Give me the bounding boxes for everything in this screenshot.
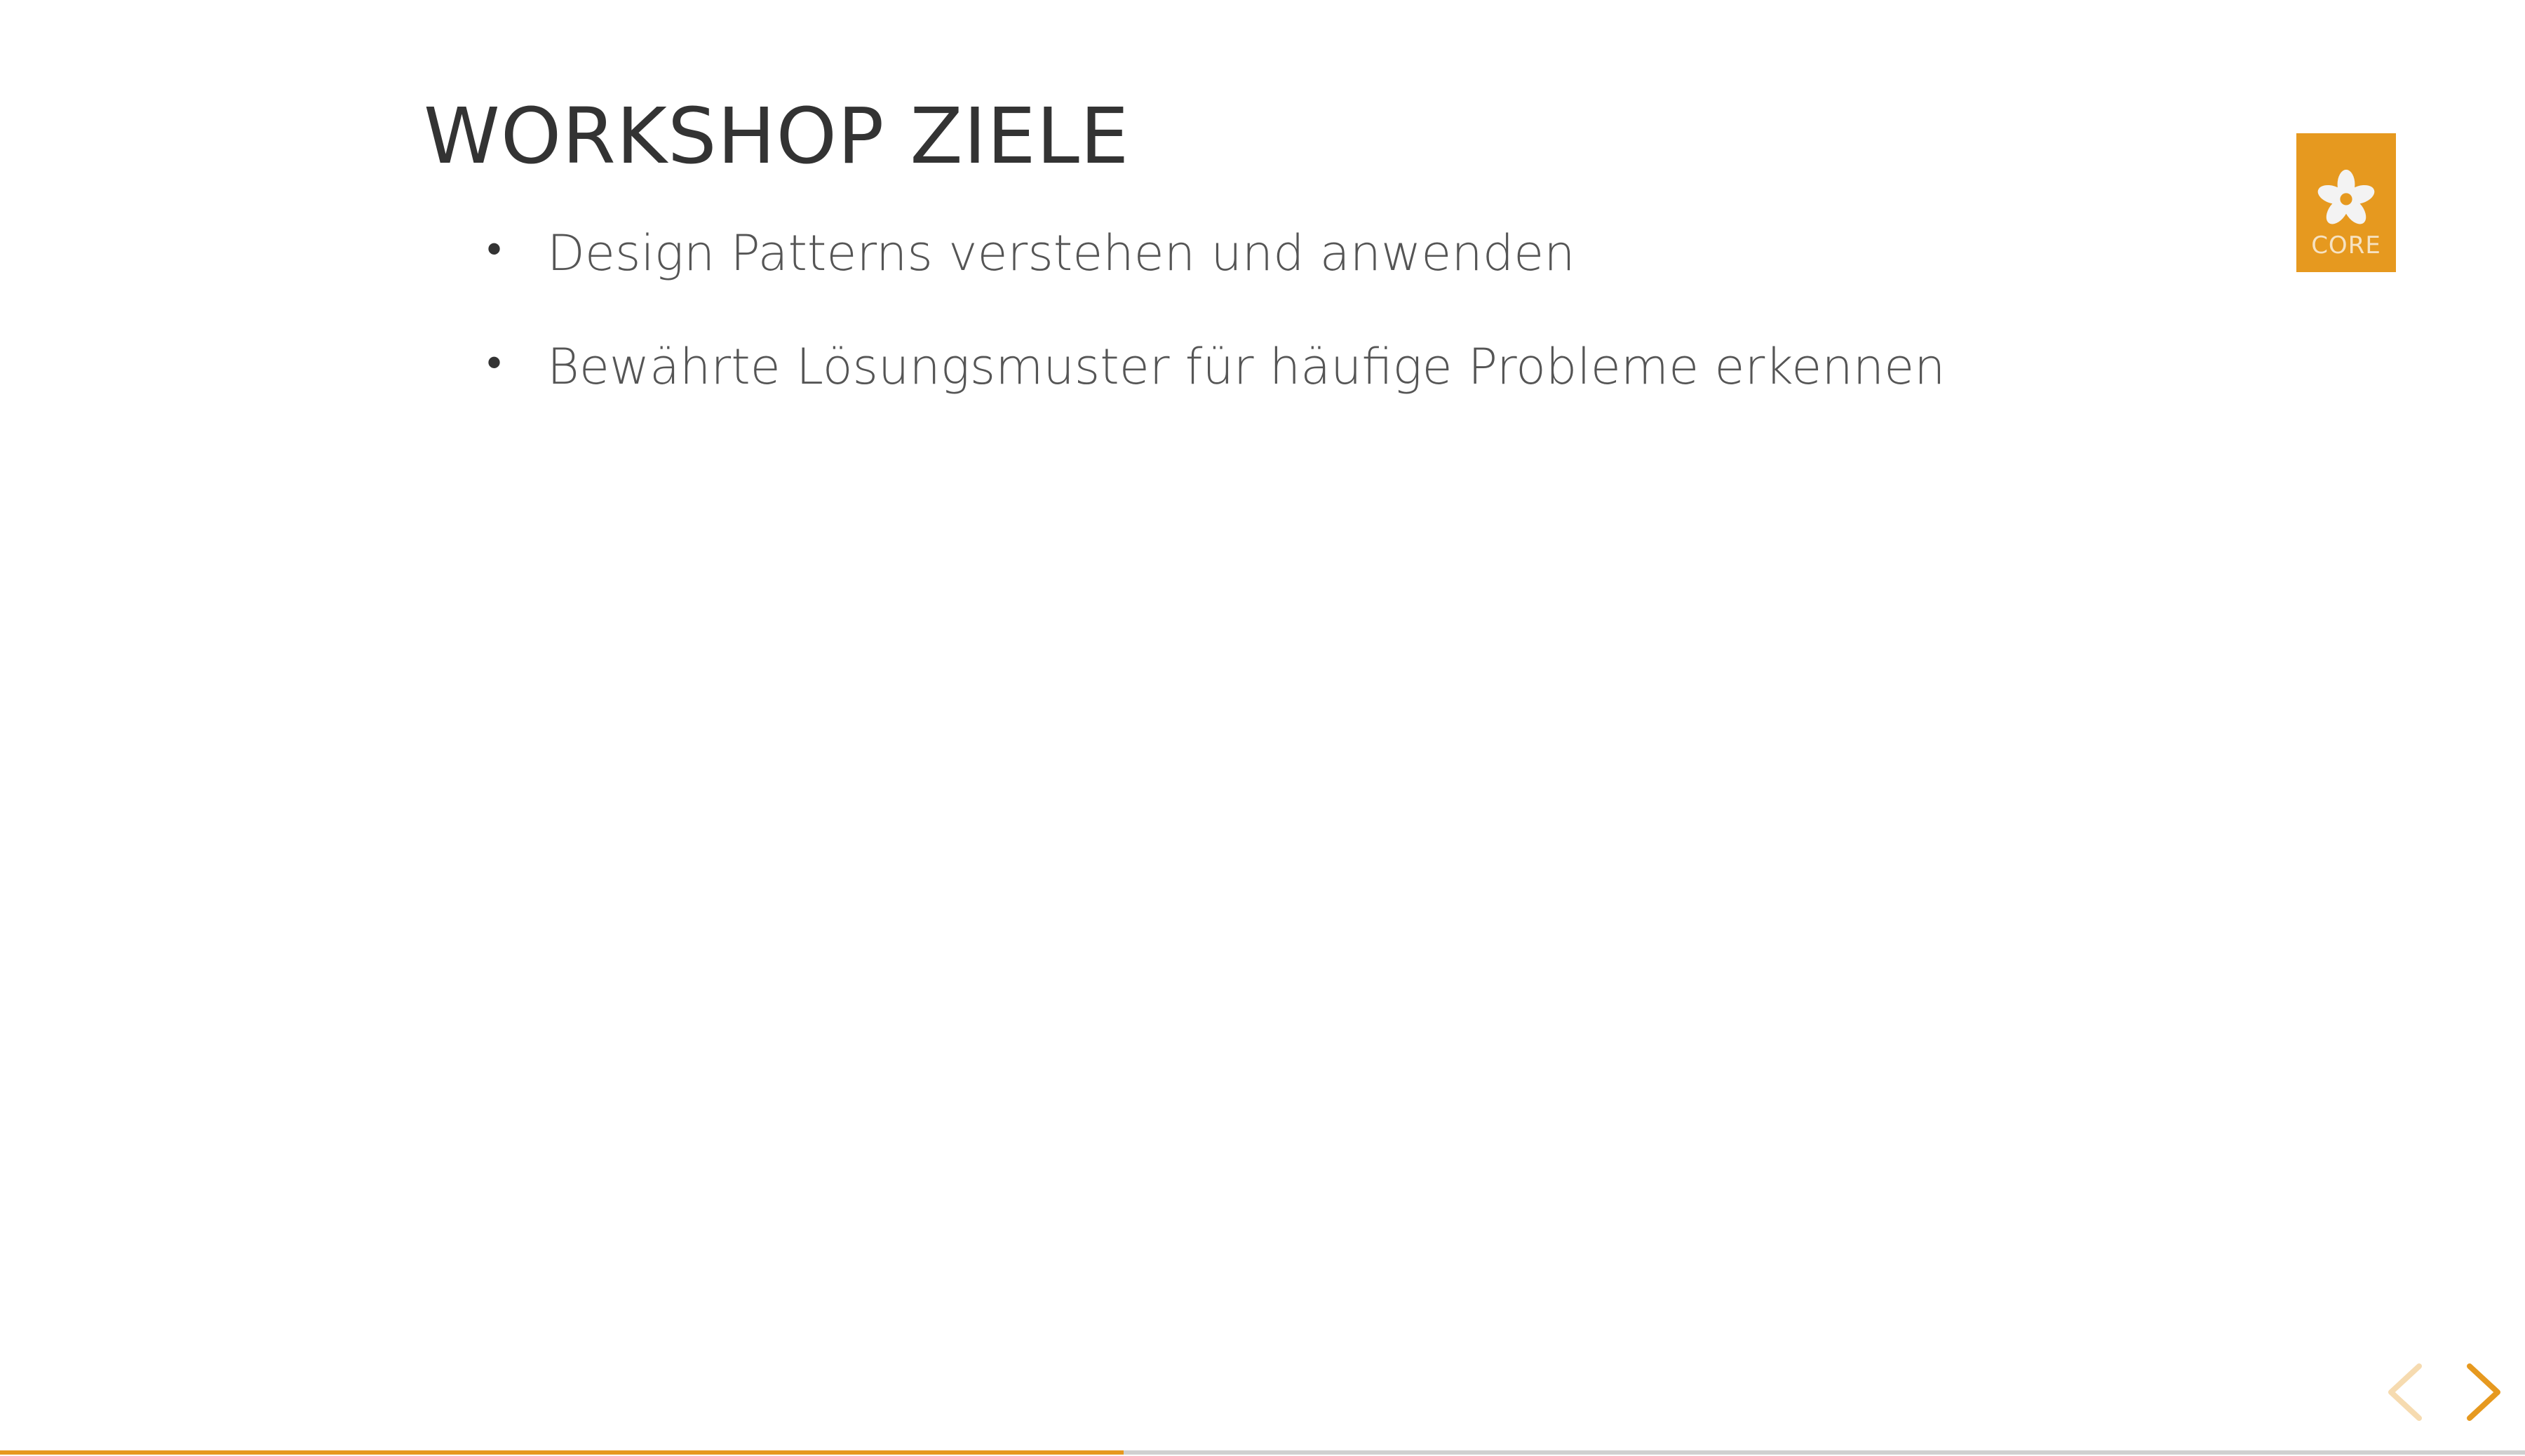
previous-slide-button[interactable] (2381, 1361, 2430, 1424)
bullet-icon: • (487, 337, 502, 387)
logo-text: CORE (2311, 231, 2381, 259)
slide: WORKSHOP ZIELE • Design Patterns versteh… (0, 0, 2525, 1456)
bullet-list: • Design Patterns verstehen und anwenden… (487, 223, 1946, 450)
bullet-icon: • (487, 224, 502, 274)
bullet-text: Bewährte Lösungsmuster für häufige Probl… (547, 337, 1946, 396)
chevron-left-icon (2388, 1363, 2422, 1421)
core-logo: CORE (2296, 133, 2396, 272)
flower-icon (2317, 169, 2375, 224)
bullet-text: Design Patterns verstehen und anwenden (547, 224, 1575, 282)
next-slide-button[interactable] (2459, 1361, 2508, 1424)
list-item: • Bewährte Lösungsmuster für häufige Pro… (487, 337, 1946, 398)
list-item: • Design Patterns verstehen und anwenden (487, 223, 1946, 285)
slide-title: WORKSHOP ZIELE (424, 91, 1130, 181)
chevron-right-icon (2467, 1363, 2500, 1421)
progress-fill (0, 1450, 1124, 1455)
progress-bar[interactable] (0, 1450, 2525, 1455)
